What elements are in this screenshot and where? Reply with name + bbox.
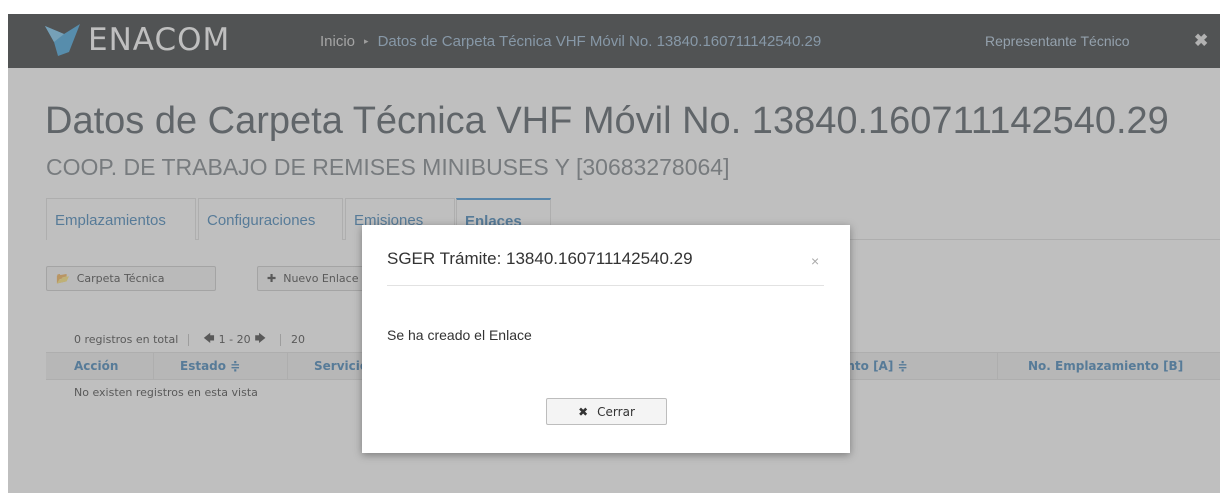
dialog-divider: [387, 285, 824, 286]
dialog-title: SGER Trámite: 13840.160711142540.29: [387, 249, 693, 268]
dialog-close-icon[interactable]: ×: [811, 253, 819, 269]
confirmation-dialog: SGER Trámite: 13840.160711142540.29 × Se…: [362, 225, 850, 453]
cerrar-label: Cerrar: [597, 404, 635, 419]
cerrar-button[interactable]: ✖ Cerrar: [546, 398, 667, 425]
close-icon: ✖: [578, 404, 589, 419]
dialog-message: Se ha creado el Enlace: [387, 327, 532, 343]
app-window: ENACOM Inicio ▸ Datos de Carpeta Técnica…: [8, 14, 1220, 493]
